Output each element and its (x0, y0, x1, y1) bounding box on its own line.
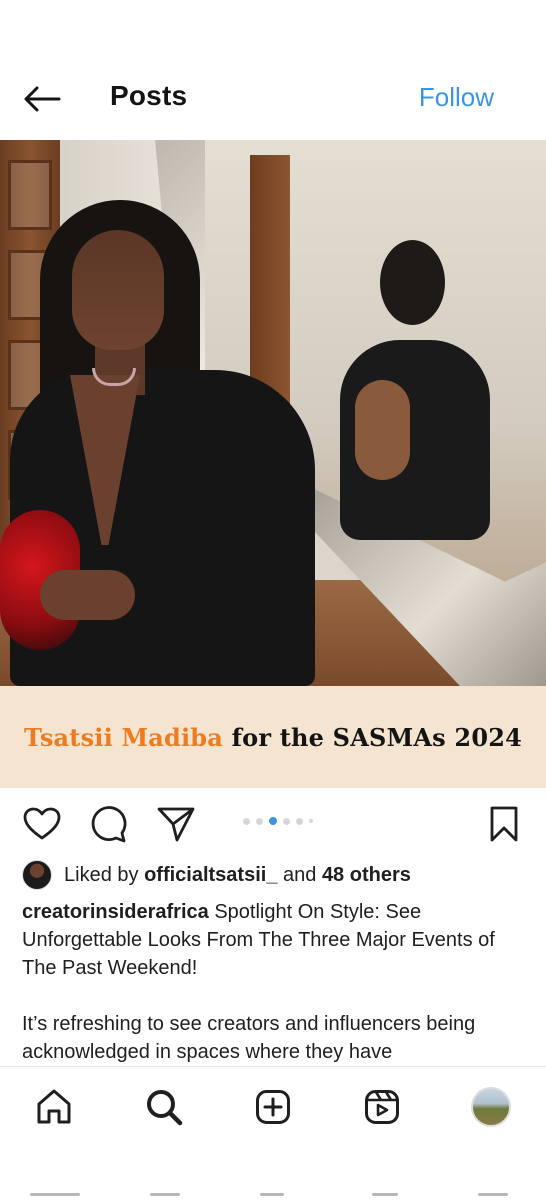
liker-username[interactable]: officialtsatsii_ (144, 864, 277, 886)
post-banner: Tsatsii Madiba for the SASMAs 2024 (0, 686, 546, 788)
photo-hand (40, 570, 135, 620)
comment-icon (91, 806, 127, 843)
likes-prefix: Liked by (64, 863, 145, 886)
photo-reflection-back (355, 380, 410, 480)
page-title: Posts (110, 80, 188, 111)
post-image[interactable] (0, 140, 546, 686)
nav-create[interactable] (251, 1085, 295, 1129)
reels-icon (365, 1090, 399, 1124)
post-actions (0, 800, 546, 846)
bookmark-icon (490, 806, 518, 842)
likes-others[interactable]: 48 others (322, 864, 411, 886)
nav-home[interactable] (32, 1085, 76, 1129)
heart-icon (23, 807, 61, 840)
back-button[interactable] (22, 82, 62, 116)
caption-paragraph: It’s refreshing to see creators and infl… (22, 1013, 476, 1063)
carousel-dot-active (269, 817, 277, 825)
carousel-dot (256, 817, 263, 825)
home-icon (37, 1089, 71, 1124)
nav-profile[interactable] (469, 1085, 513, 1129)
carousel-dot (309, 819, 313, 823)
back-arrow-icon (24, 86, 61, 112)
carousel-indicator (243, 817, 313, 825)
bottom-nav (0, 1066, 546, 1146)
likes-middle: and (277, 863, 322, 886)
search-icon (147, 1090, 183, 1126)
likes-row[interactable]: Liked by officialtsatsii_ and 48 others (22, 860, 411, 890)
banner-name: Tsatsii Madiba (23, 722, 224, 752)
likes-text: Liked by officialtsatsii_ and 48 others (64, 864, 411, 887)
carousel-dot (296, 817, 303, 825)
banner-rest: for the SASMAs 2024 (223, 722, 523, 752)
carousel-dot (243, 817, 250, 825)
liker-avatar (22, 860, 52, 890)
save-button[interactable] (484, 804, 524, 844)
nav-reels[interactable] (360, 1085, 404, 1129)
post-caption: creatorinsiderafrica Spotlight On Style:… (22, 898, 527, 1066)
caption-username[interactable]: creatorinsiderafrica (22, 901, 209, 923)
header: Posts Follow (0, 70, 546, 130)
profile-avatar (471, 1087, 511, 1127)
like-button[interactable] (22, 804, 62, 844)
carousel-dot (283, 817, 290, 825)
follow-button[interactable]: Follow (419, 82, 494, 113)
photo-reflection-head (380, 240, 445, 325)
photo-face (72, 230, 164, 350)
system-nav-peek (0, 1185, 546, 1200)
share-icon (157, 807, 195, 842)
create-icon (256, 1090, 290, 1124)
nav-search[interactable] (142, 1085, 186, 1129)
comment-button[interactable] (88, 804, 128, 844)
status-bar (0, 0, 546, 70)
banner-text: Tsatsii Madiba for the SASMAs 2024 (24, 723, 522, 752)
share-button[interactable] (156, 804, 196, 844)
